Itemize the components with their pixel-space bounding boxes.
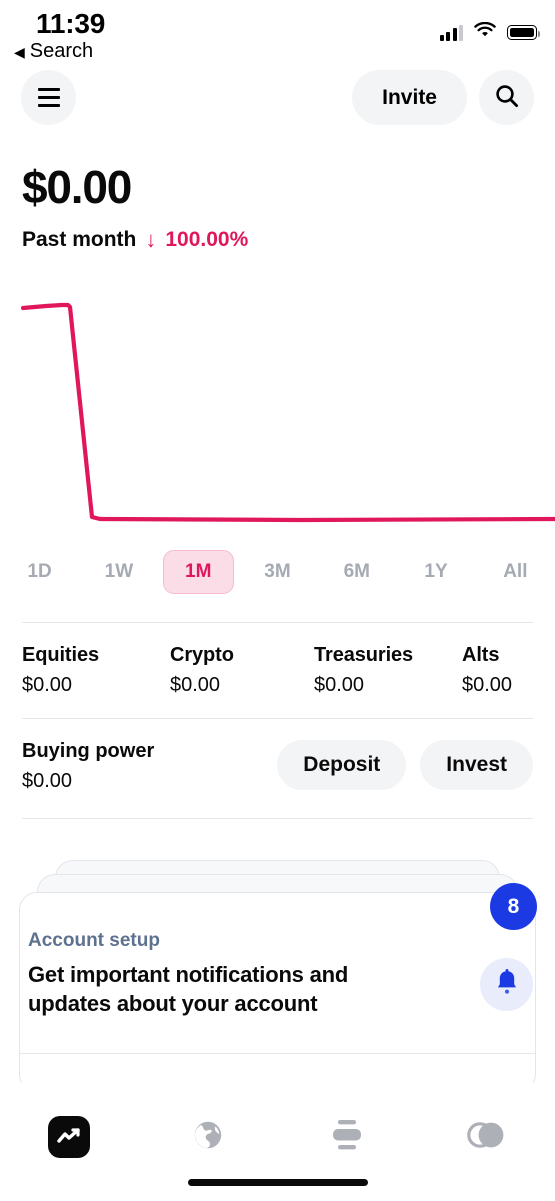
setup-badge-count[interactable]: 8 [490,883,537,930]
deposit-button[interactable]: Deposit [277,740,407,790]
search-icon [494,83,520,112]
top-navigation-bar: Invite [0,68,555,130]
portfolio-chart-svg [20,302,555,523]
asset-label: Treasuries [314,644,414,666]
card-title: Get important notifications and updates … [28,962,349,1017]
asset-crypto[interactable]: Crypto $0.00 [170,644,314,697]
chart-line [20,302,555,523]
tab-discover[interactable] [139,1107,278,1167]
change-period-label: Past month [22,228,137,251]
time-range-selector: 1D 1W 1M 3M 6M 1Y All [0,548,555,596]
bell-icon-circle [480,958,533,1011]
hamburger-menu-icon [37,87,60,108]
asset-value: $0.00 [22,674,73,696]
card-kicker-label: Account setup [28,930,160,951]
tab-investing[interactable] [0,1107,139,1167]
wifi-icon [474,21,496,43]
range-chip-1y[interactable]: 1Y [400,550,471,594]
portfolio-balance: $0.00 [22,161,132,213]
line-chart-icon [48,1116,91,1158]
asset-alts[interactable]: Alts $0.00 [462,644,533,697]
asset-value: $0.00 [314,674,365,696]
globe-icon [190,1117,226,1158]
status-bar-time: 11:39 [36,8,106,39]
range-chip-all[interactable]: All [480,550,551,594]
portfolio-change-row: Past month ↓ 100.00% [22,228,248,252]
hamburger-menu-button[interactable] [21,70,76,125]
asset-treasuries[interactable]: Treasuries $0.00 [314,644,462,697]
buying-power-section: Buying power $0.00 [22,740,154,793]
asset-label: Equities [22,644,99,666]
asset-value: $0.00 [462,674,513,696]
range-chip-3m[interactable]: 3M [242,550,313,594]
divider-above-assets [22,622,533,623]
divider-below-buying-power [22,818,533,819]
stacked-bars-icon [327,1118,367,1157]
card-internal-divider [20,1053,535,1054]
range-chip-1m[interactable]: 1M [162,550,234,594]
asset-value: $0.00 [170,674,221,696]
buying-power-value: $0.00 [22,770,73,792]
buying-power-label: Buying power [22,740,155,762]
app-screen: 11:39 ◀ Search Invite $0.00 Past month ↓… [0,0,555,1201]
divider-below-assets [22,718,533,719]
asset-label: Crypto [170,644,234,666]
range-chip-6m[interactable]: 6M [321,550,392,594]
search-button[interactable] [479,70,534,125]
account-setup-card-stack: Account setup Get important notification… [0,860,555,1092]
battery-full-icon [507,25,541,40]
overlapping-circles-icon [466,1120,506,1155]
invest-button[interactable]: Invest [420,740,533,790]
cellular-bars-icon [439,24,463,41]
back-to-search-link[interactable]: ◀ Search [14,40,93,63]
buying-power-actions: Deposit Invest [277,740,533,790]
tab-account[interactable] [416,1107,555,1167]
range-chip-1d[interactable]: 1D [4,550,75,594]
change-percent: 100.00% [165,228,249,251]
status-bar: 11:39 ◀ Search [0,0,555,62]
asset-equities[interactable]: Equities $0.00 [22,644,170,697]
portfolio-chart[interactable] [0,280,555,540]
asset-label: Alts [462,644,500,666]
tab-transfers[interactable] [278,1107,417,1167]
invite-button[interactable]: Invite [352,70,467,125]
bottom-fade-cover [0,1083,555,1089]
triangle-left-icon: ◀ [14,43,25,60]
home-indicator [187,1179,368,1186]
bell-icon [494,968,520,1001]
back-link-label: Search [29,40,94,62]
arrow-down-icon: ↓ [145,227,157,252]
range-chip-1w[interactable]: 1W [83,550,154,594]
status-bar-indicators [439,21,541,43]
asset-breakdown-row: Equities $0.00 Crypto $0.00 Treasuries $… [22,644,533,697]
